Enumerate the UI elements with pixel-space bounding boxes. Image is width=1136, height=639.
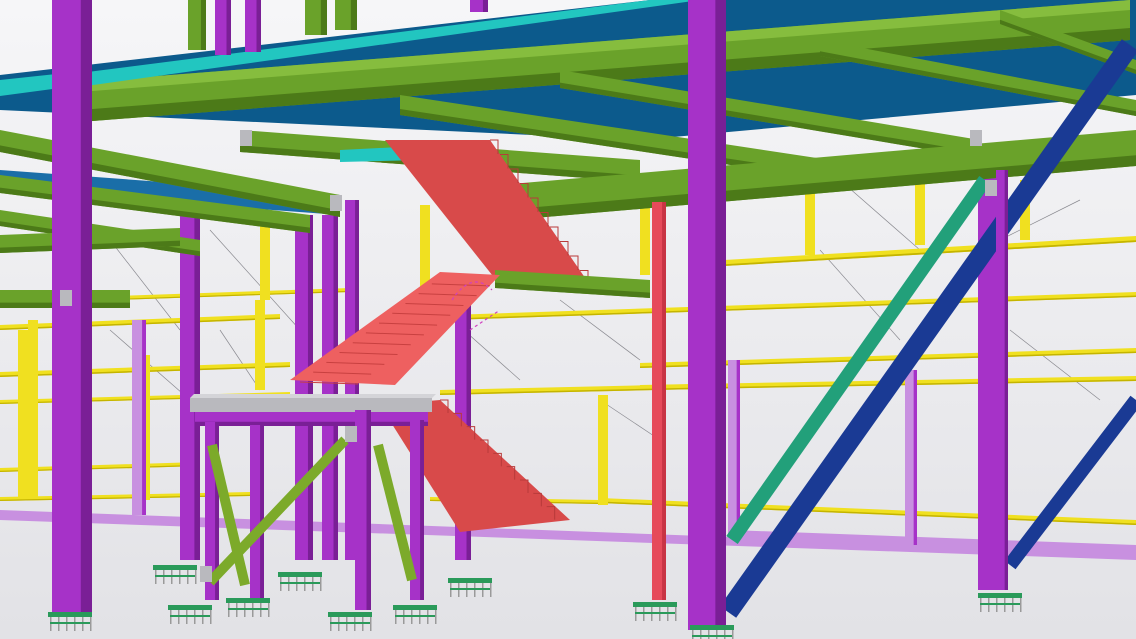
handrail-post[interactable] xyxy=(18,330,28,497)
handrail-post[interactable] xyxy=(255,300,265,390)
column-upper-6[interactable] xyxy=(470,0,488,12)
column-back-3[interactable] xyxy=(905,370,917,545)
bolt-washer[interactable] xyxy=(330,622,370,624)
structural-model-scene xyxy=(0,0,1136,639)
platform-column-3[interactable] xyxy=(355,410,371,610)
column-upper-2[interactable] xyxy=(215,0,231,55)
platform-slab-top[interactable] xyxy=(190,394,436,398)
column-back-8[interactable] xyxy=(180,210,200,560)
platform-column-2[interactable] xyxy=(250,425,264,600)
anchor-bolt[interactable] xyxy=(732,630,734,639)
column-back-5[interactable] xyxy=(295,215,313,560)
handrail-post[interactable] xyxy=(805,190,815,255)
base-plate[interactable] xyxy=(168,605,212,610)
column-upper-1-flange[interactable] xyxy=(200,0,206,50)
column-front-mid[interactable] xyxy=(688,0,726,630)
gusset-plate[interactable] xyxy=(200,566,212,582)
anchor-bolt[interactable] xyxy=(692,630,694,639)
gusset-plate[interactable] xyxy=(970,130,982,146)
column-back-8-flange[interactable] xyxy=(194,210,200,560)
handrail-post[interactable] xyxy=(640,205,650,275)
base-plate[interactable] xyxy=(978,593,1022,598)
bolt-washer[interactable] xyxy=(450,588,490,590)
bolt-washer[interactable] xyxy=(170,615,210,617)
base-plate[interactable] xyxy=(448,578,492,583)
base-plate[interactable] xyxy=(633,602,677,607)
column-back-3-flange[interactable] xyxy=(913,370,917,545)
bolt-washer[interactable] xyxy=(280,582,320,584)
platform-column-2-flange[interactable] xyxy=(260,425,264,600)
column-front-left-flange[interactable] xyxy=(80,0,92,615)
base-plate[interactable] xyxy=(48,612,92,617)
anchor-bolt[interactable] xyxy=(195,570,197,584)
column-back-5-flange[interactable] xyxy=(307,215,313,560)
column-upper-1[interactable] xyxy=(188,0,206,50)
bolt-washer[interactable] xyxy=(50,622,90,624)
column-front-right[interactable] xyxy=(996,170,1008,590)
anchor-bolt[interactable] xyxy=(490,583,492,597)
column-upper-5[interactable] xyxy=(335,0,357,30)
anchor-bolt[interactable] xyxy=(268,603,270,617)
handrail-post[interactable] xyxy=(420,205,430,290)
model-viewport[interactable] xyxy=(0,0,1136,639)
anchor-bolt[interactable] xyxy=(1020,598,1022,612)
column-upper-4-flange[interactable] xyxy=(320,0,327,35)
platform-column-3-flange[interactable] xyxy=(366,410,371,610)
base-plate[interactable] xyxy=(278,572,322,577)
column-upper-4[interactable] xyxy=(305,0,327,35)
column-back-6-flange[interactable] xyxy=(333,215,338,560)
handrail-post[interactable] xyxy=(260,215,270,300)
anchor-bolt[interactable] xyxy=(320,577,322,591)
anchor-bolt[interactable] xyxy=(708,630,710,639)
column-back-6[interactable] xyxy=(322,215,338,560)
bolt-washer[interactable] xyxy=(692,635,732,637)
column-front-mid-flange[interactable] xyxy=(715,0,726,630)
base-plate[interactable] xyxy=(690,625,734,630)
column-front-left[interactable] xyxy=(52,0,92,615)
gusset-plate[interactable] xyxy=(985,180,997,196)
bolt-washer[interactable] xyxy=(155,575,195,577)
platform-column-4-flange[interactable] xyxy=(420,420,424,600)
anchor-bolt[interactable] xyxy=(435,610,437,624)
column-upper-3[interactable] xyxy=(245,0,261,52)
gusset-plate[interactable] xyxy=(330,195,342,211)
handrail-post[interactable] xyxy=(28,320,38,497)
gusset-plate[interactable] xyxy=(60,290,72,306)
anchor-bolt[interactable] xyxy=(700,630,702,639)
base-plate[interactable] xyxy=(393,605,437,610)
column-back-2-flange[interactable] xyxy=(736,360,740,540)
platform-beam[interactable] xyxy=(195,412,428,426)
red-column[interactable] xyxy=(652,202,666,600)
bolt-washer[interactable] xyxy=(980,603,1020,605)
red-column-flange[interactable] xyxy=(662,202,666,600)
platform-slab[interactable] xyxy=(190,398,432,412)
anchor-bolt[interactable] xyxy=(210,610,212,624)
anchor-bolt[interactable] xyxy=(724,630,726,639)
anchor-bolt[interactable] xyxy=(370,617,372,631)
column-upper-6-flange[interactable] xyxy=(482,0,488,12)
anchor-bolt[interactable] xyxy=(90,617,92,631)
column-back-2[interactable] xyxy=(728,360,740,540)
platform-beam-bottom[interactable] xyxy=(195,421,428,426)
bolt-washer[interactable] xyxy=(395,615,435,617)
base-plate[interactable] xyxy=(226,598,270,603)
gusset-plate[interactable] xyxy=(345,426,357,442)
column-back-1-flange[interactable] xyxy=(142,320,146,515)
bolt-washer[interactable] xyxy=(635,612,675,614)
base-plate[interactable] xyxy=(153,565,197,570)
gusset-plate[interactable] xyxy=(240,130,252,146)
column-upper-5-flange[interactable] xyxy=(350,0,357,30)
base-plate[interactable] xyxy=(328,612,372,617)
column-upper-3-flange[interactable] xyxy=(256,0,261,52)
anchor-bolt[interactable] xyxy=(675,607,677,621)
bolt-washer[interactable] xyxy=(228,608,268,610)
column-upper-2-flange[interactable] xyxy=(226,0,231,55)
anchor-bolt[interactable] xyxy=(716,630,718,639)
handrail-post[interactable] xyxy=(598,395,608,505)
column-front-right-flange[interactable] xyxy=(1004,170,1008,590)
column-back-1[interactable] xyxy=(132,320,146,515)
